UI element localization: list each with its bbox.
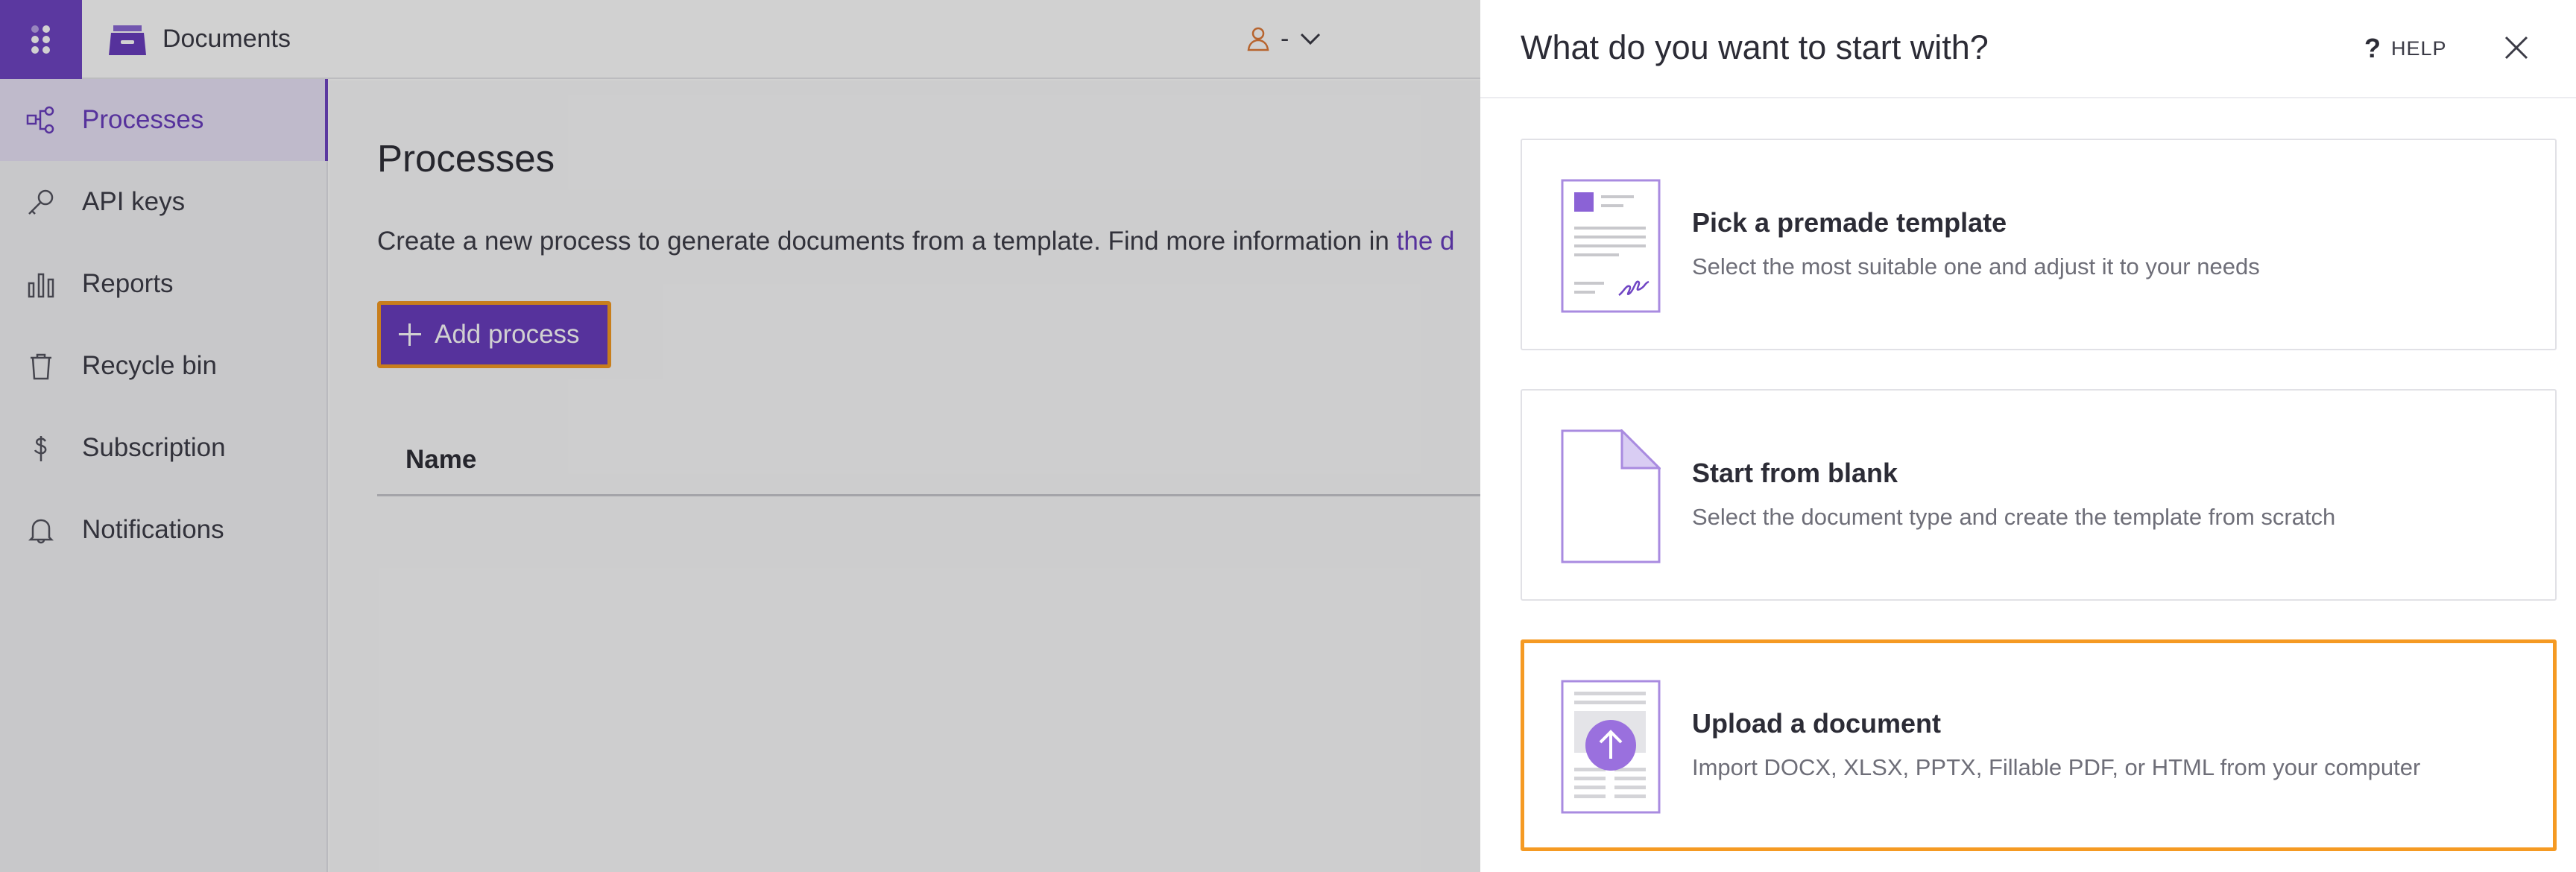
option-description: Select the document type and create the … [1692,504,2336,530]
close-icon[interactable] [2503,34,2530,61]
help-label: HELP [2391,37,2447,60]
start-options-drawer: What do you want to start with? ? HELP P… [1480,0,2576,872]
drawer-header: What do you want to start with? ? HELP [1480,0,2576,98]
option-title: Start from blank [1692,458,1898,488]
upload-document-icon [1561,680,1661,814]
modal-backdrop[interactable] [0,0,1480,872]
template-document-icon [1561,179,1661,313]
option-upload-document[interactable]: Upload a document Import DOCX, XLSX, PPT… [1521,639,2557,851]
option-title: Pick a premade template [1692,207,2007,238]
option-description: Import DOCX, XLSX, PPTX, Fillable PDF, o… [1692,754,2421,780]
question-icon: ? [2364,33,2381,63]
option-description: Select the most suitable one and adjust … [1692,253,2260,279]
option-start-from-blank[interactable]: Start from blank Select the document typ… [1521,389,2557,601]
drawer-title: What do you want to start with? [1521,28,1989,66]
option-premade-template[interactable]: Pick a premade template Select the most … [1521,139,2557,350]
help-button[interactable]: ? HELP [2364,33,2447,64]
blank-page-icon [1561,429,1661,563]
option-title: Upload a document [1692,708,1942,739]
